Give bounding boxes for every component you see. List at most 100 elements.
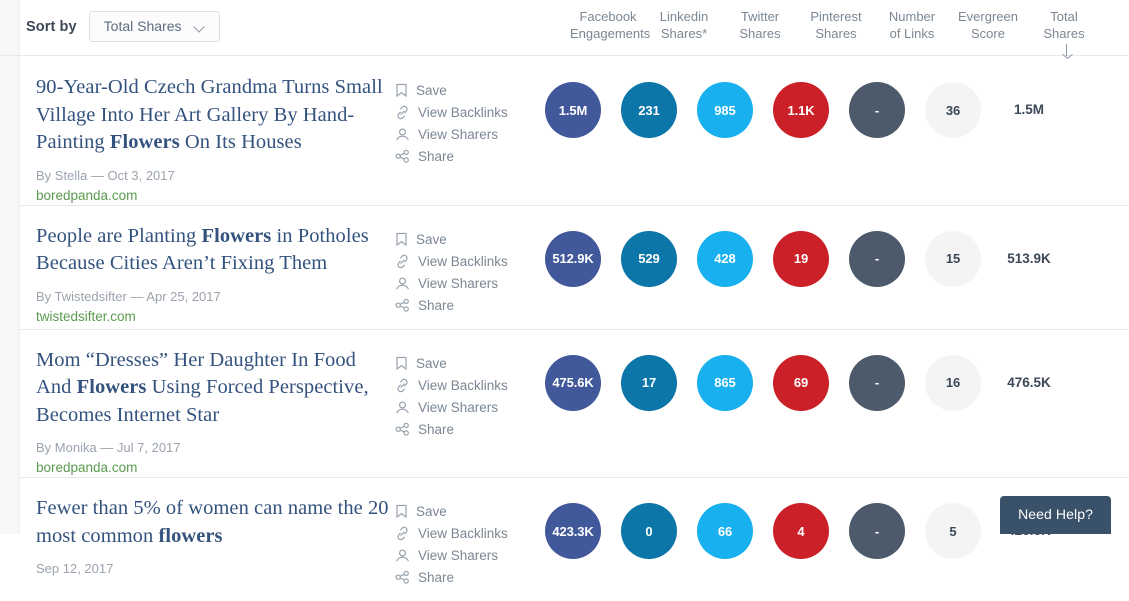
view-sharers-action[interactable]: View Sharers — [395, 124, 535, 145]
save-action[interactable]: Save — [395, 353, 535, 374]
column-header-line2: Shares — [815, 26, 857, 41]
column-header-line1: Number — [888, 9, 936, 24]
share-action-label: Share — [418, 570, 455, 585]
pinterest-value[interactable]: 69 — [773, 354, 829, 411]
links-value[interactable]: - — [849, 230, 905, 287]
column-header-total-shares[interactable]: Total Shares — [1026, 8, 1102, 59]
evergreen-value[interactable]: 36 — [925, 82, 981, 138]
view-backlinks-action[interactable]: View Backlinks — [395, 251, 535, 272]
save-action-label: Save — [416, 355, 447, 371]
content-list-page: Sort by Total Shares Facebook Engagement… — [0, 0, 1129, 601]
save-action[interactable]: Save — [395, 229, 535, 250]
article-domain[interactable]: boredpanda.com — [36, 187, 395, 205]
column-header-twitter-shares[interactable]: Twitter Shares — [722, 8, 798, 59]
article-title[interactable]: People are Planting Flowers in Potholes … — [36, 223, 395, 278]
article-info: People are Planting Flowers in Potholes … — [0, 205, 395, 326]
links-value[interactable]: - — [849, 354, 905, 411]
evergreen-cell: 15 — [915, 230, 991, 287]
pinterest-value[interactable]: 4 — [773, 503, 829, 559]
view-sharers-action[interactable]: View Sharers — [395, 545, 535, 566]
article-info: Mom “Dresses” Her Daughter In Food And F… — [0, 329, 395, 478]
save-action-label: Save — [416, 504, 447, 519]
facebook-cell: 475.6K — [535, 354, 611, 411]
evergreen-value[interactable]: 15 — [925, 230, 981, 287]
linkedin-value[interactable]: 0 — [621, 503, 677, 559]
table-row: 90-Year-Old Czech Grandma Turns Small Vi… — [0, 56, 1129, 205]
column-header-line2-wrap: Shares — [1026, 25, 1102, 59]
person-icon — [395, 127, 410, 142]
linkedin-value[interactable]: 231 — [621, 82, 677, 138]
pinterest-value[interactable]: 19 — [773, 230, 829, 287]
article-title[interactable]: Fewer than 5% of women can name the 20 m… — [36, 495, 395, 550]
view-backlinks-action[interactable]: View Backlinks — [395, 375, 535, 396]
linkedin-value[interactable]: 17 — [621, 354, 677, 411]
view-sharers-action[interactable]: View Sharers — [395, 273, 535, 294]
facebook-value[interactable]: 1.5M — [545, 82, 601, 138]
column-header-line1: Evergreen — [958, 9, 1018, 24]
sort-by-dropdown[interactable]: Total Shares — [88, 11, 221, 42]
share-nodes-icon — [395, 149, 410, 164]
view-sharers-label: View Sharers — [418, 399, 499, 415]
twitter-value[interactable]: 428 — [697, 230, 753, 287]
twitter-value[interactable]: 865 — [697, 354, 753, 411]
links-value[interactable]: - — [849, 503, 905, 559]
save-action[interactable]: Save — [395, 80, 535, 101]
total-shares-value: 476.5K — [1007, 374, 1051, 390]
article-title[interactable]: Mom “Dresses” Her Daughter In Food And F… — [36, 347, 395, 430]
column-header-line2: Score — [971, 26, 1005, 41]
column-header-evergreen-score[interactable]: Evergreen Score — [950, 8, 1026, 59]
links-value[interactable]: - — [849, 82, 905, 138]
article-domain[interactable]: boredpanda.com — [36, 459, 395, 477]
article-domain[interactable]: twistedsifter.com — [36, 308, 395, 326]
article-actions: Save View Backlinks View Sharers Share — [395, 56, 535, 168]
link-icon — [395, 105, 410, 120]
share-nodes-icon — [395, 422, 410, 437]
linkedin-value[interactable]: 529 — [621, 230, 677, 287]
column-header-linkedin-shares[interactable]: Linkedin Shares* — [646, 8, 722, 59]
pinterest-value[interactable]: 1.1K — [773, 82, 829, 138]
sort-by-value: Total Shares — [103, 18, 182, 34]
bookmark-icon — [395, 504, 408, 519]
share-nodes-icon — [395, 570, 410, 585]
article-title[interactable]: 90-Year-Old Czech Grandma Turns Small Vi… — [36, 74, 395, 157]
total-shares-value: 513.9K — [1007, 250, 1051, 266]
article-byline: By Twistedsifter — Apr 25, 2017 — [36, 288, 221, 304]
need-help-button[interactable]: Need Help? — [1000, 496, 1111, 534]
article-byline: By Monika — Jul 7, 2017 — [36, 440, 181, 455]
bookmark-icon — [395, 83, 408, 98]
linkedin-cell: 231 — [611, 82, 687, 138]
twitter-cell: 66 — [687, 503, 763, 559]
link-icon — [395, 254, 410, 269]
facebook-value[interactable]: 475.6K — [545, 354, 601, 411]
share-action[interactable]: Share — [395, 419, 535, 440]
twitter-value[interactable]: 985 — [697, 82, 753, 138]
evergreen-value[interactable]: 16 — [925, 354, 981, 411]
column-header-line1: Pinterest — [810, 9, 862, 24]
facebook-value[interactable]: 423.3K — [545, 503, 601, 559]
column-header-line2: of Links — [889, 26, 935, 41]
save-action-label: Save — [416, 83, 447, 98]
save-action[interactable]: Save — [395, 501, 535, 522]
facebook-cell: 1.5M — [535, 82, 611, 138]
view-backlinks-label: View Backlinks — [418, 377, 508, 393]
twitter-value[interactable]: 66 — [697, 503, 753, 559]
share-action[interactable]: Share — [395, 295, 535, 316]
column-header-pinterest-shares[interactable]: Pinterest Shares — [798, 8, 874, 59]
sort-control-group: Sort by Total Shares — [0, 0, 221, 42]
evergreen-value[interactable]: 5 — [925, 503, 981, 559]
view-backlinks-label: View Backlinks — [418, 105, 508, 120]
column-header-line1: Twitter — [740, 9, 780, 24]
share-nodes-icon — [395, 298, 410, 313]
view-sharers-action[interactable]: View Sharers — [395, 397, 535, 418]
view-backlinks-action[interactable]: View Backlinks — [395, 102, 535, 123]
facebook-cell: 423.3K — [535, 503, 611, 559]
column-header-facebook-engagements[interactable]: Facebook Engagements — [570, 8, 650, 59]
bookmark-icon — [395, 232, 408, 247]
share-action[interactable]: Share — [395, 567, 535, 588]
share-action-label: Share — [418, 297, 455, 313]
row-divider — [20, 328, 1129, 330]
column-header-number-of-links[interactable]: Number of Links — [874, 8, 950, 59]
article-actions: Save View Backlinks View Sharers Share — [395, 205, 535, 317]
share-action[interactable]: Share — [395, 146, 535, 167]
facebook-value[interactable]: 512.9K — [545, 230, 601, 287]
